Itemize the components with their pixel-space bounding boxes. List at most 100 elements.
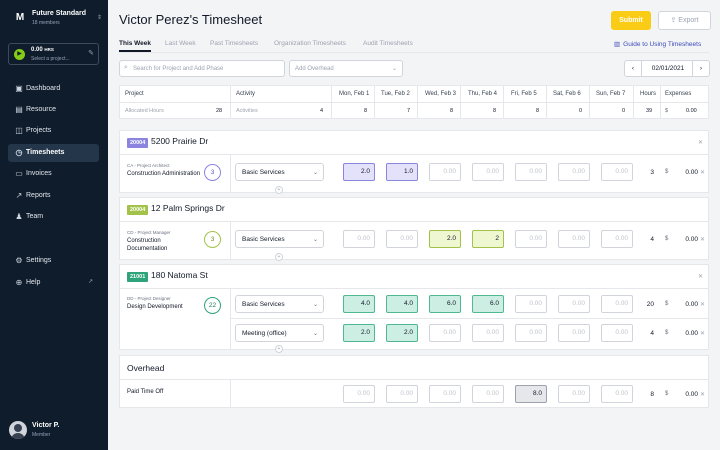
phase-role: CD - Project Manager <box>127 230 171 235</box>
sidebar-item-timesheets[interactable]: ◷ Timesheets <box>8 144 99 162</box>
hours-cell[interactable]: 0.00 <box>515 163 547 181</box>
edit-icon[interactable]: ✎ <box>88 49 94 57</box>
activity-select[interactable]: Meeting (office) ⌄ <box>235 324 324 342</box>
sidebar-item-team[interactable]: ♟ Team <box>8 208 99 226</box>
hours-cell[interactable]: 0.00 <box>386 385 418 403</box>
timer-project-select: Select a project... <box>31 56 70 62</box>
col-divider <box>460 86 461 118</box>
org-switcher[interactable]: M Future Standard 18 members ⇕ <box>10 10 102 30</box>
hours-cell[interactable]: 0.00 <box>601 163 633 181</box>
sidebar-item-reports[interactable]: ↗ Reports <box>8 187 99 205</box>
sidebar-item-help[interactable]: ⊕ Help ↗ <box>8 274 99 292</box>
tab-last-week[interactable]: Last Week <box>165 40 196 50</box>
day-total: 8 <box>493 108 497 114</box>
close-icon[interactable]: ✕ <box>698 139 703 146</box>
tab-organization-timesheets[interactable]: Organization Timesheets <box>274 40 346 50</box>
chevron-down-icon: ⌄ <box>312 302 318 308</box>
chevron-left-icon[interactable]: ‹ <box>625 61 642 76</box>
hours-cell[interactable]: 0.00 <box>472 163 504 181</box>
hours-cell[interactable]: 0.00 <box>429 163 461 181</box>
hours-cell[interactable]: 0.00 <box>558 230 590 248</box>
hours-cell[interactable]: 6.0 <box>429 295 461 313</box>
export-button[interactable]: ⇪ Export <box>658 11 711 30</box>
hours-cell[interactable]: 6.0 <box>472 295 504 313</box>
close-icon[interactable]: ✕ <box>698 273 703 280</box>
activity-select[interactable]: Basic Services ⌄ <box>235 230 324 248</box>
tab-this-week[interactable]: This Week <box>119 40 151 50</box>
hours-cell[interactable]: 0.00 <box>601 230 633 248</box>
hours-cell[interactable]: 0.00 <box>558 385 590 403</box>
row-expense[interactable]: 0.00 <box>680 169 698 176</box>
hours-cell[interactable]: 8.0 <box>515 385 547 403</box>
col-divider <box>660 86 661 118</box>
allocated-value: 28 <box>216 108 223 114</box>
activity-select[interactable]: Basic Services ⌄ <box>235 295 324 313</box>
hours-cell[interactable]: 0.00 <box>558 324 590 342</box>
sidebar-item-settings[interactable]: ⚙ Settings <box>8 252 99 270</box>
close-icon[interactable]: ✕ <box>700 301 705 308</box>
hours-cell[interactable]: 0.00 <box>515 230 547 248</box>
hours-cell[interactable]: 2.0 <box>343 163 375 181</box>
hours-cell[interactable]: 2.0 <box>429 230 461 248</box>
hours-cell[interactable]: 0.00 <box>386 230 418 248</box>
add-overhead-select[interactable]: Add Overhead ⌄ <box>289 60 403 77</box>
hours-cell[interactable]: 0.00 <box>515 324 547 342</box>
user-profile[interactable]: Victor P. Member <box>8 420 100 440</box>
hours-cell[interactable]: 0.00 <box>601 324 633 342</box>
hours-cell[interactable]: 0.00 <box>601 295 633 313</box>
col-hours: Hours <box>640 91 657 97</box>
add-row-icon[interactable]: + <box>275 345 283 353</box>
chevron-down-icon: ⌄ <box>312 331 318 337</box>
hours-cell[interactable]: 0.00 <box>343 230 375 248</box>
tab-active-indicator <box>119 50 151 52</box>
hours-cell[interactable]: 0.00 <box>601 385 633 403</box>
hours-cell[interactable]: 0.00 <box>515 295 547 313</box>
play-icon[interactable]: ▶ <box>14 49 25 60</box>
activity-select[interactable]: Basic Services ⌄ <box>235 163 324 181</box>
project-card: 21001 180 Natoma St ✕ DD - Project Desig… <box>119 264 709 353</box>
add-row-icon[interactable]: + <box>275 253 283 261</box>
hours-cell[interactable]: 2.0 <box>386 324 418 342</box>
hours-cell[interactable]: 0.00 <box>558 295 590 313</box>
hours-cell[interactable]: 0.00 <box>429 324 461 342</box>
sidebar-item-projects[interactable]: ◫ Projects <box>8 122 99 140</box>
close-icon[interactable]: ✕ <box>700 330 705 337</box>
close-icon[interactable]: ✕ <box>700 236 705 243</box>
row-expense[interactable]: 0.00 <box>680 330 698 337</box>
add-row-icon[interactable]: + <box>275 186 283 194</box>
hours-cell[interactable]: 2.0 <box>343 324 375 342</box>
user-role: Member <box>32 432 51 438</box>
hours-cell[interactable]: 2 <box>472 230 504 248</box>
chevron-right-icon[interactable]: › <box>692 61 709 76</box>
hours-cell[interactable]: 4.0 <box>343 295 375 313</box>
sidebar-item-invoices[interactable]: ▭ Invoices <box>8 165 99 183</box>
row-expense[interactable]: 0.00 <box>680 236 698 243</box>
timer-hours: 0.00 HRS <box>31 47 54 53</box>
row-expense[interactable]: 0.00 <box>680 301 698 308</box>
tab-divider <box>119 52 709 53</box>
page-title: Victor Perez's Timesheet <box>119 12 263 27</box>
close-icon[interactable]: ✕ <box>700 391 705 398</box>
hours-cell[interactable]: 0.00 <box>472 324 504 342</box>
row-hours: 4 <box>650 330 654 337</box>
tab-past-timesheets[interactable]: Past Timesheets <box>210 40 258 50</box>
hours-cell[interactable]: 0.00 <box>558 163 590 181</box>
submit-button[interactable]: Submit <box>611 11 651 30</box>
hours-cell[interactable]: 0.00 <box>429 385 461 403</box>
hours-cell[interactable]: 4.0 <box>386 295 418 313</box>
hours-cell[interactable]: 1.0 <box>386 163 418 181</box>
resource-icon: ▤ <box>15 105 23 114</box>
guide-link[interactable]: ▥ Guide to Using Timesheets <box>614 40 701 48</box>
week-date-picker[interactable]: ‹ 02/01/2021 › <box>624 60 710 77</box>
close-icon[interactable]: ✕ <box>700 169 705 176</box>
sidebar-item-dashboard[interactable]: ▣ Dashboard <box>8 80 99 98</box>
hours-cell[interactable]: 0.00 <box>472 385 504 403</box>
search-input[interactable]: ⌕ Search for Project and Add Phase <box>119 60 285 77</box>
sidebar-item-resource[interactable]: ▤ Resource <box>8 101 99 119</box>
hours-cell[interactable]: 0.00 <box>343 385 375 403</box>
row-expense[interactable]: 0.00 <box>680 391 698 398</box>
col-expenses: Expenses <box>665 91 692 97</box>
tab-audit-timesheets[interactable]: Audit Timesheets <box>363 40 413 50</box>
timer-widget[interactable]: ▶ 0.00 HRS Select a project... ✎ <box>8 43 99 65</box>
projects-icon: ◫ <box>15 126 23 135</box>
